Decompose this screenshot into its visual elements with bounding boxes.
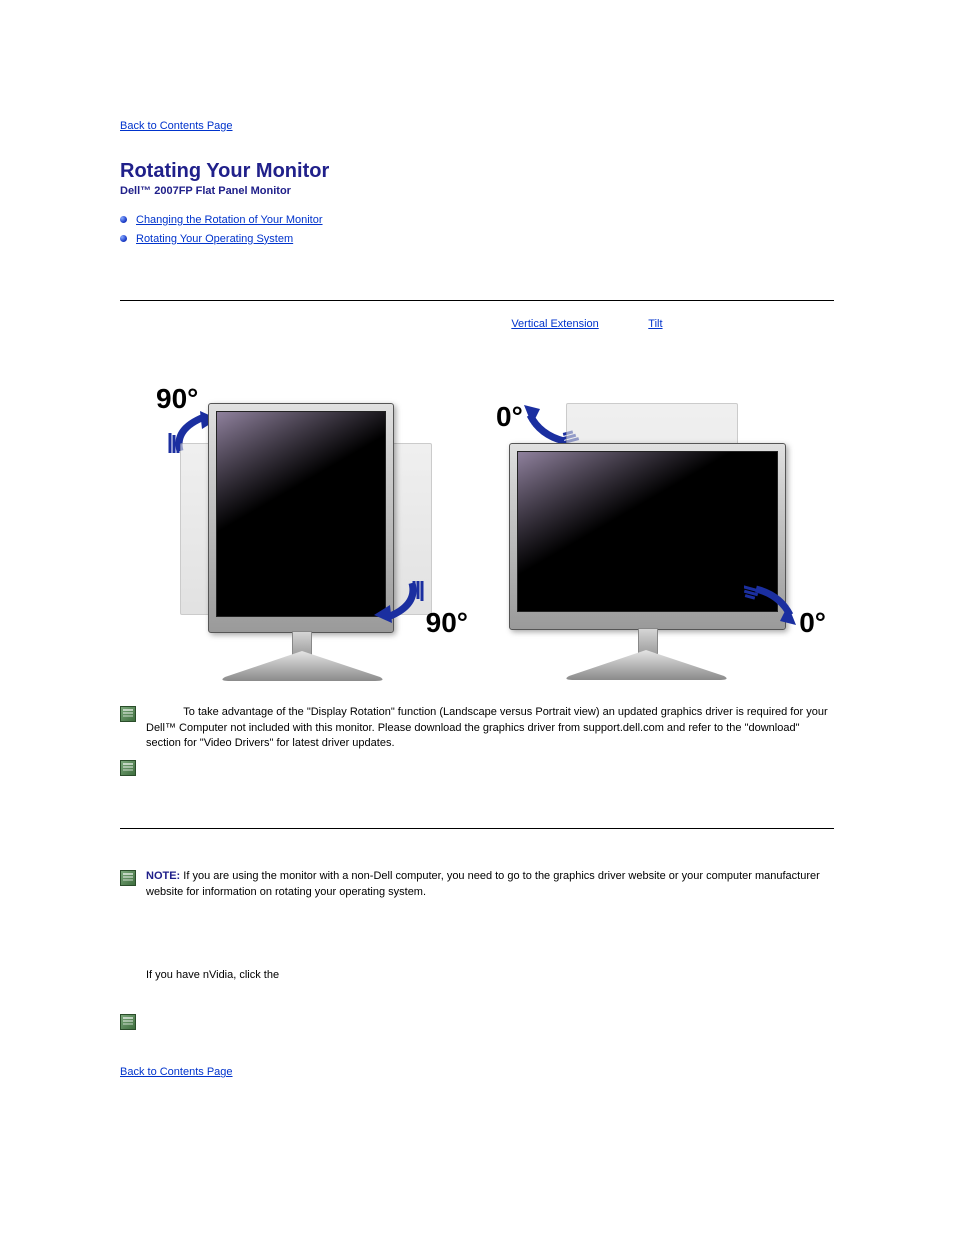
note-icon [120,870,136,886]
back-to-contents-bottom[interactable]: Back to Contents Page [120,1066,233,1078]
monitor-base-icon [220,651,385,681]
rotate-os-steps: Right-click on the desktop and click Pro… [120,908,834,963]
note-nondell: NOTE: If you are using the monitor with … [120,869,834,900]
toc-bullets: Changing the Rotation of Your Monitor Ro… [120,211,834,248]
toc-link-rotate-os[interactable]: Rotating Your Operating System [136,233,293,245]
arrow-icon [372,579,426,625]
toc-link-change-rotation[interactable]: Changing the Rotation of Your Monitor [136,214,323,226]
link-tilt[interactable]: Tilt [648,318,662,330]
label-0-top: 0° [496,401,523,433]
note-portrait-performance: NOTE: When in "Portrait View Mode", you … [120,759,834,776]
section2-intro: After you have rotated your monitor, you… [120,845,834,861]
section1-intro: Before you rotate the monitor, your moni… [120,317,834,349]
step: Right-click on the desktop and click Pro… [140,908,834,925]
rotation-illustrations: 90° 90° 0° [120,373,834,693]
note-rotation-option-missing: NOTE: If you do not see the rotation opt… [120,1013,834,1044]
step: Select the Settings tab and click Advanc… [140,927,834,944]
illustration-landscape: 0° 0° [484,383,814,693]
note-icon [120,706,136,722]
step-nvidia: If you have nVidia, click the nVidia tab… [146,967,834,984]
illustration-portrait: 90° 90° [140,383,470,693]
label-90-bottom: 90° [426,607,468,639]
monitor-base-icon [564,650,729,680]
step-intel: If you have Intel, select the Intel grap… [146,988,834,1005]
page-title: Rotating Your Monitor [120,160,834,183]
back-to-contents-top[interactable]: Back to Contents Page [120,120,233,132]
page-subtitle: Dell™ 2007FP Flat Panel Monitor [120,185,834,197]
section-heading-rotate-os: Rotating Your Operating System [120,806,834,829]
note-icon [120,760,136,776]
label-0-bottom: 0° [799,607,826,639]
note-display-rotation: NOTE: To take advantage of the "Display … [120,705,834,751]
arrow-icon [744,585,804,625]
section-heading-change-rotation: Changing the Rotation of Your Monitor [120,278,834,301]
link-vertical-extension[interactable]: Vertical Extension [511,318,598,330]
step: If you have ATI, select the Rotation tab… [140,946,834,963]
note-icon [120,1014,136,1030]
